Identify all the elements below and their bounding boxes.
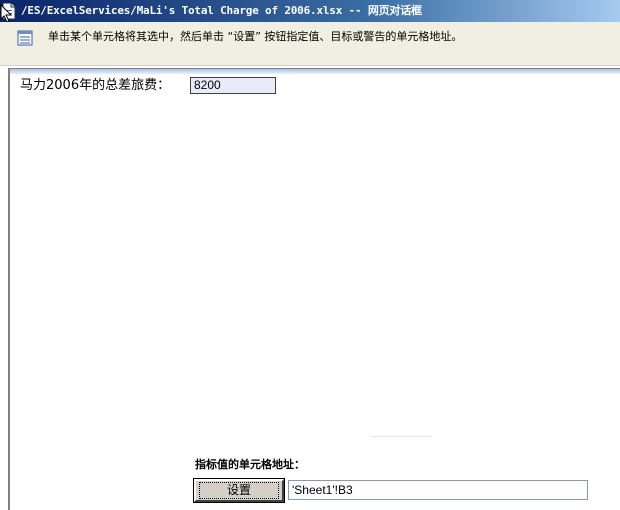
frame-top-border	[10, 69, 620, 74]
total-charge-cell[interactable]: 8200	[190, 77, 276, 94]
info-text: 单击某个单元格将其选中，然后单击 “设置” 按钮指定值、目标或警告的单元格地址。	[48, 30, 463, 43]
target-address-label: 指标值的单元格地址：	[195, 458, 305, 471]
total-charge-label: 马力2006年的总差旅费：	[20, 78, 171, 93]
title-bar[interactable]: /ES/ExcelServices/MaLi's Total Charge of…	[0, 0, 620, 22]
workbook-frame[interactable]: 马力2006年的总差旅费： 8200	[8, 68, 620, 510]
sheet-info-icon	[17, 30, 33, 46]
cell-address-input[interactable]	[288, 480, 588, 500]
set-button-label: 设置	[199, 482, 279, 499]
info-bar: 单击某个单元格将其选中，然后单击 “设置” 按钮指定值、目标或警告的单元格地址。	[0, 22, 620, 66]
divider	[370, 436, 432, 437]
window-title: /ES/ExcelServices/MaLi's Total Charge of…	[21, 4, 422, 17]
set-button[interactable]: 设置	[193, 478, 285, 503]
mouse-cursor-icon	[0, 3, 14, 24]
